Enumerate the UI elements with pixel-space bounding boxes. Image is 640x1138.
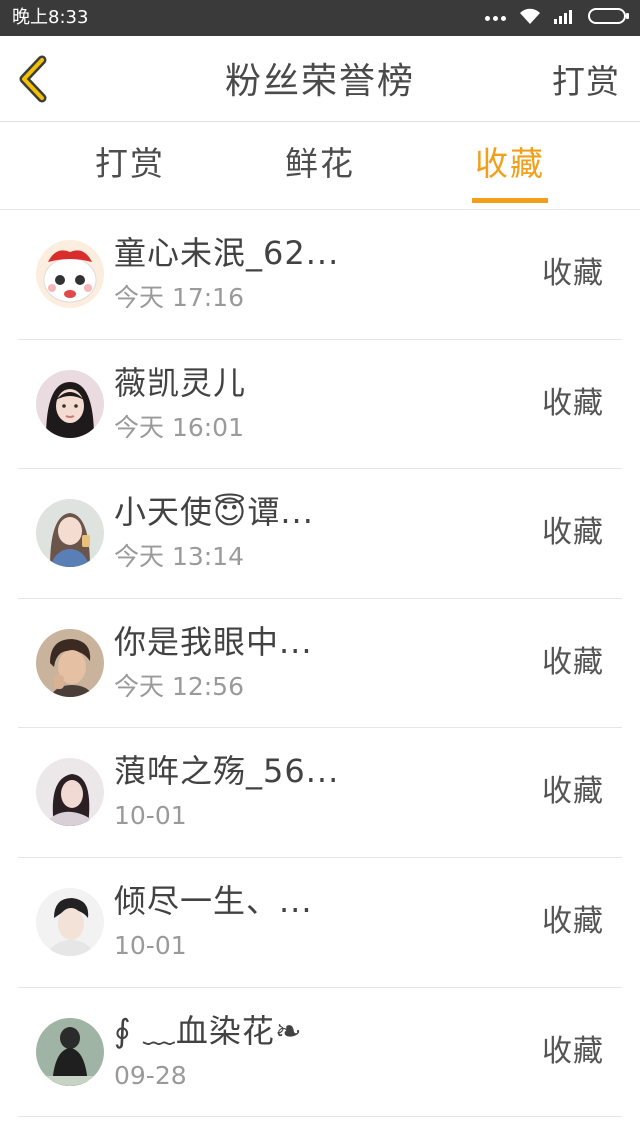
list-item[interactable]: ∮ ﹏血染花❧ 09-28 收藏 <box>18 988 622 1118</box>
list-item-action: 收藏 <box>542 515 604 551</box>
list-item[interactable]: 倾尽一生、... 10-01 收藏 <box>18 858 622 988</box>
status-time: 晚上8:33 <box>12 7 89 28</box>
status-icons <box>485 8 630 28</box>
wifi-icon <box>518 7 542 29</box>
avatar <box>36 628 104 697</box>
list-item[interactable]: 你是我眼中... 今天 12:56 收藏 <box>18 599 622 729</box>
avatar <box>36 1017 104 1086</box>
avatar <box>36 369 104 438</box>
list-item-time: 今天 12:56 <box>114 671 244 701</box>
list-item-name: 蒗哖之殇_56... <box>114 752 340 791</box>
dots-icon <box>485 15 506 21</box>
list-item-action: 收藏 <box>542 644 604 680</box>
signal-icon <box>554 8 576 28</box>
avatar <box>36 887 104 956</box>
list-item-time: 今天 16:01 <box>114 412 244 442</box>
battery-icon <box>588 7 630 29</box>
tab-bar: 打赏 鲜花 收藏 <box>0 122 640 210</box>
page-title: 粉丝荣誉榜 <box>224 61 415 102</box>
list-item-time: 今天 13:14 <box>114 542 244 572</box>
avatar <box>36 240 104 308</box>
status-bar: 晚上8:33 <box>0 0 640 36</box>
list-item-time: 今天 17:16 <box>114 283 244 312</box>
list-item-name: ∮ ﹏血染花❧ <box>114 1011 303 1050</box>
list-item[interactable]: 小天使😇谭... 今天 13:14 收藏 <box>18 469 622 599</box>
tab-active-indicator <box>472 198 548 203</box>
list-item-name: 童心未泯_62... <box>114 234 340 272</box>
header-bar: 粉丝荣誉榜 打赏 <box>0 36 640 122</box>
list-item-action: 收藏 <box>542 385 604 421</box>
list-item[interactable]: 童心未泯_62... 今天 17:16 收藏 <box>18 210 622 340</box>
list-item-name: 小天使😇谭... <box>114 493 314 532</box>
tab-reward[interactable]: 打赏 <box>70 142 190 186</box>
fan-list: 童心未泯_62... 今天 17:16 收藏 薇凯灵儿 今天 16:01 收藏 <box>0 210 640 1118</box>
tab-flowers[interactable]: 鲜花 <box>260 142 380 186</box>
list-item-time: 09-28 <box>114 1060 187 1090</box>
list-item-name: 你是我眼中... <box>114 622 313 661</box>
reward-button[interactable]: 打赏 <box>552 62 620 102</box>
list-item-name: 倾尽一生、... <box>114 881 313 920</box>
list-item-name: 薇凯灵儿 <box>114 363 247 402</box>
list-item-time: 10-01 <box>114 801 187 831</box>
avatar <box>36 758 104 827</box>
list-item-action: 收藏 <box>542 1033 604 1069</box>
list-item[interactable]: 蒗哖之殇_56... 10-01 收藏 <box>18 728 622 858</box>
tab-favorites[interactable]: 收藏 <box>450 142 570 186</box>
avatar <box>36 499 104 568</box>
list-item-action: 收藏 <box>542 774 604 810</box>
list-item-time: 10-01 <box>114 930 187 960</box>
list-item-action: 收藏 <box>542 256 604 291</box>
list-item[interactable]: 薇凯灵儿 今天 16:01 收藏 <box>18 340 622 470</box>
list-item-action: 收藏 <box>542 903 604 939</box>
